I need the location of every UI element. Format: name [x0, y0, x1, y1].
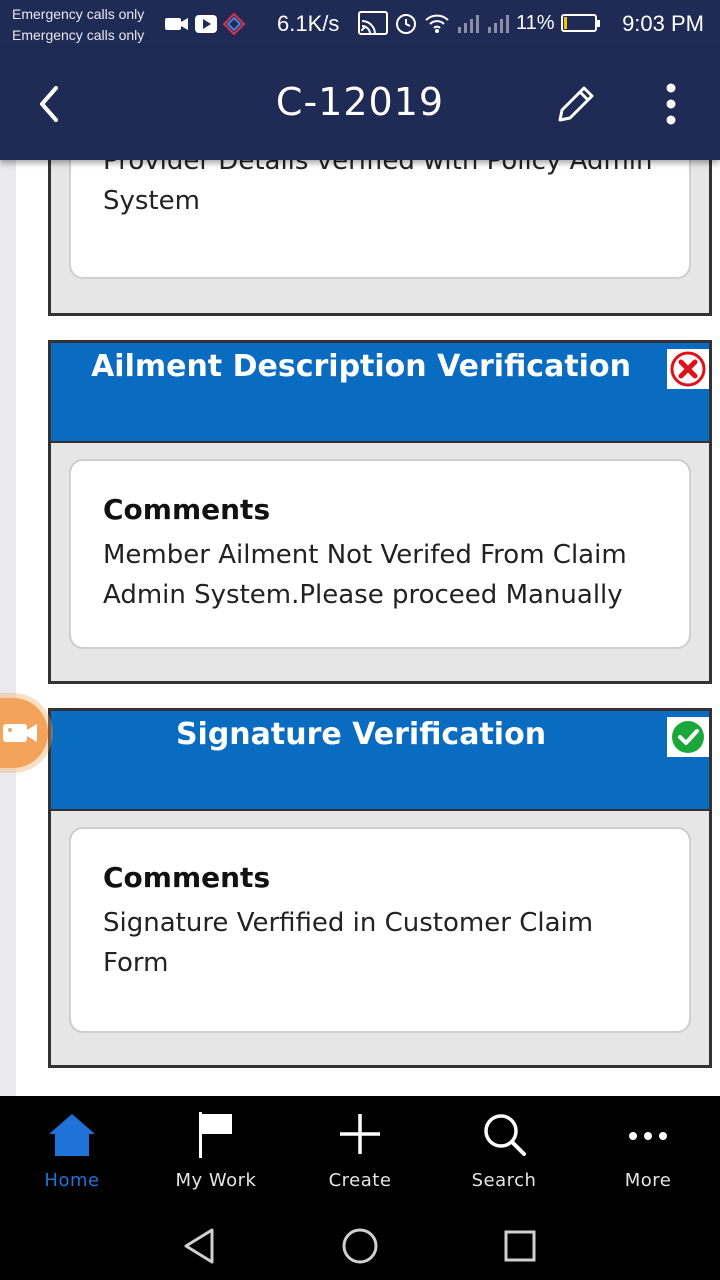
nav-label: My Work	[175, 1170, 257, 1191]
bottom-navigation: Home My Work Create Search More	[0, 1096, 720, 1206]
comment-text: Signature Verfified in Customer Claim Fo…	[103, 908, 594, 978]
alarm-icon	[396, 14, 416, 34]
green-check-icon	[672, 721, 704, 753]
system-navigation-bar	[0, 1206, 720, 1280]
comment-text: Provider Details verified with Policy Ad…	[103, 160, 653, 216]
play-icon	[195, 15, 217, 33]
comment-text: Member Ailment Not Verifed From Claim Ad…	[103, 540, 627, 610]
comment-card: Comments Signature Verfified in Customer…	[69, 827, 691, 1033]
panel-header: Ailment Description Verification	[51, 343, 709, 443]
edit-button[interactable]	[552, 82, 598, 128]
status-icons: 11%	[358, 11, 600, 35]
system-home-button[interactable]	[340, 1226, 380, 1266]
red-x-icon	[670, 351, 706, 387]
nav-more[interactable]: More	[576, 1096, 720, 1206]
nav-label: Search	[471, 1170, 537, 1191]
floating-camera-button[interactable]	[0, 698, 48, 768]
carrier-line-2: Emergency calls only	[12, 27, 145, 43]
claim-detail-content[interactable]: Provider Details verified with Policy Ad…	[0, 160, 720, 1096]
battery-icon	[560, 14, 600, 32]
panel-title: Ailment Description Verification	[91, 349, 631, 384]
nav-create[interactable]: Create	[288, 1096, 432, 1206]
flag-icon	[199, 1112, 232, 1158]
plus-icon	[340, 1114, 380, 1154]
comment-card: Provider Details verified with Policy Ad…	[69, 160, 691, 279]
more-horizontal-icon	[629, 1132, 667, 1140]
scroll-track	[0, 160, 16, 1096]
panel-header: Signature Verification	[51, 711, 709, 811]
signal-icon-1	[458, 15, 479, 33]
comment-card: Comments Member Ailment Not Verifed From…	[69, 459, 691, 649]
status-failed-badge	[667, 349, 709, 389]
square-recents-icon	[504, 1230, 536, 1262]
circle-home-icon	[342, 1228, 378, 1264]
comment-title: Comments	[103, 493, 271, 526]
wifi-icon	[425, 14, 449, 33]
app-diamond-icon	[223, 13, 245, 35]
overflow-menu-button[interactable]	[650, 78, 692, 130]
carrier-line-1: Emergency calls only	[12, 6, 145, 22]
clock: 9:03 PM	[622, 11, 704, 36]
home-icon	[49, 1114, 95, 1156]
pencil-icon	[558, 86, 594, 122]
network-rate: 6.1K/s	[277, 11, 340, 36]
carrier-text: Emergency calls only Emergency calls onl…	[12, 4, 144, 46]
vertical-dots-icon	[666, 83, 676, 125]
triangle-back-icon	[184, 1228, 214, 1264]
signal-icon-2	[488, 15, 509, 33]
nav-label: More	[624, 1170, 672, 1191]
signature-verification-panel: Signature Verification Comments Signatur…	[48, 708, 712, 1068]
app-bar: C-12019	[0, 48, 720, 160]
battery-percent: 11%	[516, 11, 555, 34]
video-camera-icon	[3, 724, 37, 742]
system-recents-button[interactable]	[500, 1226, 540, 1266]
panel-title: Signature Verification	[175, 717, 547, 752]
nav-label: Home	[44, 1170, 100, 1191]
page-title: C-12019	[275, 80, 445, 124]
nav-search[interactable]: Search	[432, 1096, 576, 1206]
nav-my-work[interactable]: My Work	[144, 1096, 288, 1206]
search-icon	[484, 1114, 526, 1156]
notification-icons	[165, 13, 245, 35]
nav-home[interactable]: Home	[0, 1096, 144, 1206]
provider-verification-panel: Provider Details verified with Policy Ad…	[48, 160, 712, 316]
nav-label: Create	[328, 1170, 392, 1191]
status-bar: Emergency calls only Emergency calls onl…	[0, 0, 720, 48]
system-back-button[interactable]	[180, 1226, 220, 1266]
status-verified-badge	[667, 717, 709, 757]
comment-title: Comments	[103, 861, 271, 894]
cast-icon	[358, 11, 388, 35]
video-icon	[165, 18, 188, 30]
ailment-verification-panel: Ailment Description Verification Comment…	[48, 340, 712, 684]
